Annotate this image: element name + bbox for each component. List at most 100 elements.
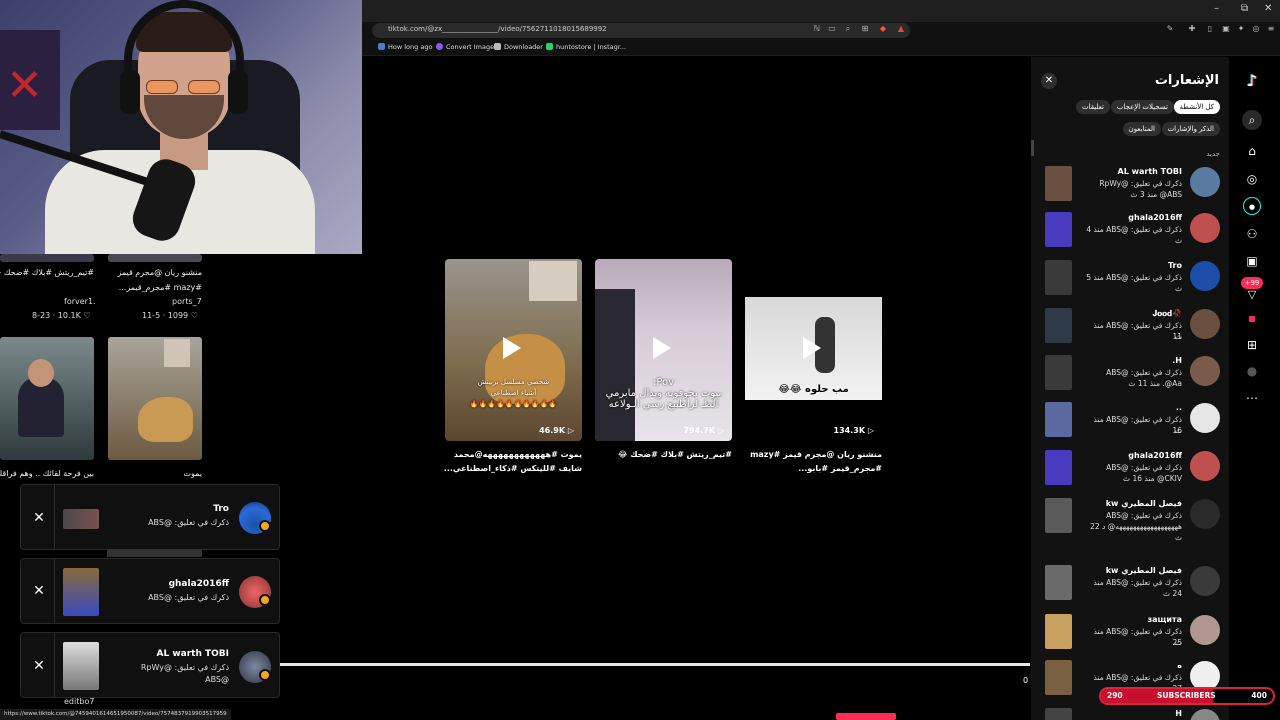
bookmark-huntostore[interactable]: huntostore | Instagr... [546, 43, 626, 51]
notification-video-thumbnail[interactable] [1045, 212, 1072, 247]
panel-scrollbar[interactable] [1031, 140, 1034, 156]
notification-toast[interactable]: ✕ ghala2016ff ذكرك في تعليق: @ABS [20, 558, 280, 624]
notification-video-thumbnail[interactable] [1045, 565, 1072, 600]
install-icon[interactable]: ⊞ [860, 24, 870, 34]
live-avatar-icon[interactable]: ● [1243, 197, 1261, 215]
notification-username[interactable]: ghala2016ff [1128, 451, 1182, 460]
post-username[interactable]: editbo7 [64, 697, 94, 706]
brave-shield-icon[interactable]: ◆ [878, 24, 888, 34]
zoom-icon[interactable]: ⌕ [843, 24, 853, 34]
play-icon[interactable] [653, 337, 671, 359]
notification-username[interactable]: .. [1176, 403, 1182, 412]
home-icon[interactable]: ⌂ [1243, 142, 1261, 160]
translate-icon[interactable]: ℕ [812, 24, 822, 34]
video-caption[interactable]: #تيم_ريتش #بلاك #ضحك 😂 [592, 448, 732, 462]
notification-username[interactable]: ghala2016ff [1128, 213, 1182, 222]
notification-username[interactable]: فيصل المطيري kw [1106, 566, 1182, 575]
avatar[interactable] [1190, 309, 1220, 339]
profile-icon[interactable]: ● [1243, 362, 1261, 380]
notification-video-thumbnail[interactable] [1045, 708, 1072, 720]
video-caption[interactable]: يموت #ههههههههههههه@محمد شايف #لليتكس #ذ… [442, 448, 582, 476]
notification-username[interactable]: AL warth TOBI [1118, 167, 1182, 176]
avatar[interactable] [1190, 615, 1220, 645]
notification-username[interactable]: защита [1147, 615, 1182, 624]
bookmark-how-long-ago[interactable]: How long ago [378, 43, 432, 51]
post-username[interactable]: ports_7 [172, 297, 202, 306]
post-username[interactable]: forver1. [64, 297, 96, 306]
notification-video-thumbnail[interactable] [1045, 260, 1072, 295]
avatar[interactable] [1190, 499, 1220, 529]
bookmark-convert-image[interactable]: Convert Image [436, 43, 494, 51]
following-icon[interactable]: ⚇ [1243, 225, 1261, 243]
notification-username[interactable]: فيصل المطيري kw [1106, 499, 1182, 508]
notification-video-thumbnail[interactable] [1045, 614, 1072, 649]
extensions-icon[interactable]: ✎ [1165, 24, 1175, 34]
sidebar-icon[interactable]: ▯ [1205, 24, 1215, 34]
avatar[interactable] [1190, 167, 1220, 197]
puzzle-icon[interactable]: ✚ [1187, 24, 1197, 34]
explore-icon[interactable]: ◎ [1243, 170, 1261, 188]
toast-username[interactable]: Tro [213, 504, 229, 514]
toast-username[interactable]: ghala2016ff [169, 579, 229, 589]
maximize-button[interactable]: ⧉ [1241, 3, 1248, 14]
tiktok-logo-icon[interactable]: ♪ [1243, 72, 1261, 90]
avatar[interactable] [1190, 213, 1220, 243]
notification-username[interactable]: ه [1177, 661, 1182, 670]
video-thumbnail[interactable] [108, 337, 202, 460]
cast-icon[interactable]: ▭ [827, 24, 837, 34]
notification-toast[interactable]: ✕ Tro ذكرك في تعليق: @ABS [20, 484, 280, 550]
notification-username[interactable]: 🥀𝐉𝐨𝐨𝐝 [1153, 309, 1182, 319]
post-caption[interactable]: منشنو ريان @مجرم قيمز [104, 268, 202, 277]
notification-video-thumbnail[interactable] [1045, 660, 1072, 695]
panel-close-icon[interactable]: ✕ [1041, 73, 1057, 89]
notification-toast[interactable]: ✕ AL warth TOBI ذكرك في تعليق: @RpWy @AB… [20, 632, 280, 698]
notification-video-thumbnail[interactable] [1045, 355, 1072, 390]
toast-video-thumbnail[interactable] [63, 509, 99, 529]
vpn-icon[interactable]: ◎ [1251, 24, 1261, 34]
avatar[interactable] [1190, 403, 1220, 433]
tab-followers[interactable]: المتابعون [1122, 122, 1161, 136]
toast-username[interactable]: AL warth TOBI [156, 649, 229, 659]
toast-close-icon[interactable]: ✕ [31, 658, 47, 674]
toast-video-thumbnail[interactable] [63, 642, 99, 690]
play-icon[interactable] [503, 337, 521, 359]
toast-close-icon[interactable]: ✕ [31, 510, 47, 526]
tab-comments[interactable]: تعليقات [1075, 100, 1110, 114]
notification-username[interactable]: H. [1172, 356, 1182, 365]
avatar[interactable] [1190, 261, 1220, 291]
notification-video-thumbnail[interactable] [1045, 308, 1072, 343]
notification-video-thumbnail[interactable] [1045, 402, 1072, 437]
avatar[interactable] [1190, 356, 1220, 386]
activity-icon[interactable]: ▽ [1243, 286, 1261, 304]
video-card[interactable]: Pov: بيوت بخوفونه وبدال مابرمي الطـ لراط… [595, 259, 732, 441]
tab-likes[interactable]: تسجيلات الإعجاب [1110, 100, 1174, 114]
window-close-button[interactable]: ✕ [1264, 3, 1272, 14]
play-icon[interactable] [803, 337, 821, 359]
search-icon[interactable]: ⌕ [1242, 110, 1262, 130]
menu-icon[interactable]: ≡ [1266, 24, 1276, 34]
post-caption-line2[interactable]: #mazy #مجرم_قيمز... [104, 283, 202, 292]
post-caption[interactable]: بين فرحة لقائك .. وهم فراقك يا [0, 469, 94, 478]
video-caption[interactable]: منشنو ريان @مجرم قيمز #mazy #مجرم_قيمز #… [742, 448, 882, 476]
video-progress-bar[interactable] [280, 663, 1030, 666]
brave-rewards-icon[interactable]: ▲ [896, 24, 906, 34]
post-caption[interactable]: #تيم_ريتش #بلاك #ضحك 😂 [0, 268, 94, 277]
video-thumbnail[interactable] [0, 337, 94, 460]
more-icon[interactable]: ⋯ [1243, 389, 1261, 407]
notification-username[interactable]: H [1175, 709, 1182, 718]
video-thumbnail[interactable] [108, 254, 202, 262]
upload-icon[interactable]: ⊞ [1243, 336, 1261, 354]
avatar[interactable] [1190, 451, 1220, 481]
video-card[interactable]: شخصي مسلسل بربيتش أشياء اصطناعي 🔥🔥🔥🔥🔥🔥🔥🔥… [445, 259, 582, 441]
video-thumbnail[interactable] [0, 254, 94, 262]
wallet-icon[interactable]: ▣ [1221, 24, 1231, 34]
notification-video-thumbnail[interactable] [1045, 166, 1072, 201]
notification-video-thumbnail[interactable] [1045, 450, 1072, 485]
notification-video-thumbnail[interactable] [1045, 498, 1072, 533]
live-icon[interactable]: ▣ [1243, 252, 1261, 270]
minimize-button[interactable]: – [1214, 3, 1219, 14]
tab-all-activity[interactable]: كل الأنشطة [1173, 100, 1220, 114]
leo-icon[interactable]: ✦ [1236, 24, 1246, 34]
bookmark-downloader[interactable]: Downloader [494, 43, 543, 51]
video-card[interactable]: مب حلوه 😂😂 134.3K ▷ [745, 259, 882, 441]
